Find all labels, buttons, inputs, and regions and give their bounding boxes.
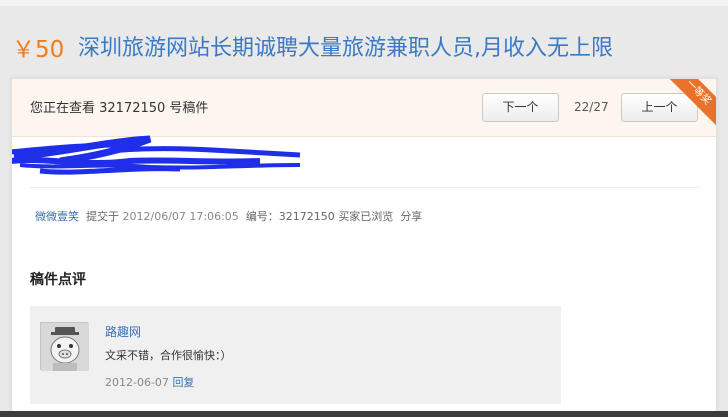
reply-link[interactable]: 回复 [172, 376, 194, 389]
next-button[interactable]: 下一个 [482, 93, 559, 122]
page-counter: 22/27 [574, 100, 609, 114]
viewing-notice: 您正在查看 32172150 号稿件 [30, 101, 209, 116]
divider [30, 187, 700, 188]
task-title[interactable]: 深圳旅游网站长期诚聘大量旅游兼职人员,月收入无上限 [78, 30, 613, 62]
top-bar [0, 0, 728, 6]
comment-footer: 2012-06-07 回复 [105, 374, 194, 390]
comments-heading: 稿件点评 [30, 272, 86, 288]
comment-date: 2012-06-07 [105, 376, 169, 389]
view-status: 买家已浏览 [338, 210, 394, 223]
author-link[interactable]: 微微壹笑 [35, 210, 79, 223]
submission-card: 您正在查看 32172150 号稿件 下一个 22/27 上一个 一等奖 微微壹… [11, 78, 717, 417]
previous-button[interactable]: 上一个 [621, 93, 698, 122]
comment-text: 文采不错，合作很愉快：） [105, 349, 232, 362]
pig-avatar-icon [41, 323, 89, 371]
task-price: ￥50 [12, 37, 65, 63]
submitted-prefix: 提交于 [86, 210, 119, 223]
bottom-strip [0, 411, 728, 417]
redaction-scribble [12, 135, 301, 175]
share-link[interactable]: 分享 [400, 210, 422, 223]
comment-item: 路趣网 文采不错，合作很愉快：） 2012-06-07 回复 [30, 306, 561, 404]
notice-bar: 您正在查看 32172150 号稿件 下一个 22/27 上一个 一等奖 [12, 79, 716, 137]
submission-meta: 微微壹笑 提交于 2012/06/07 17:06:05 编号：32172150… [35, 208, 422, 224]
reviewer-name[interactable]: 路趣网 [105, 323, 141, 340]
avatar[interactable] [40, 322, 89, 371]
submitted-date: 2012/06/07 17:06:05 [122, 210, 239, 223]
submission-number: 编号：32172150 [245, 210, 335, 223]
